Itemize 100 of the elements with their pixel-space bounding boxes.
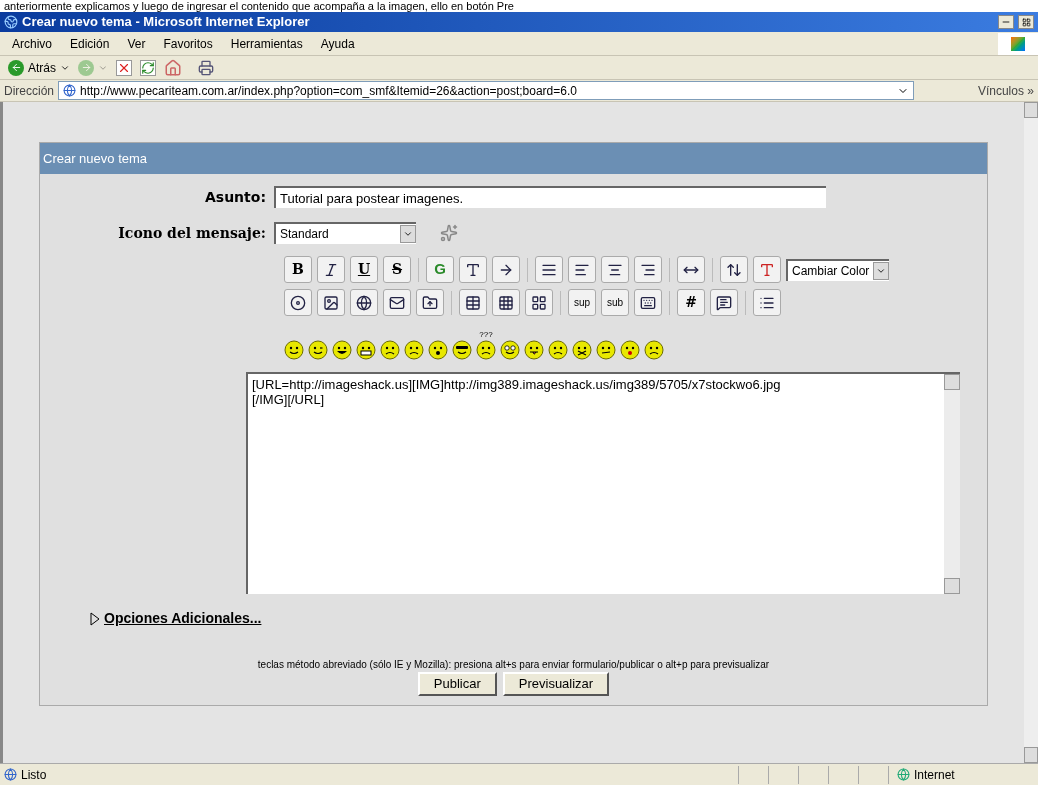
format-button[interactable]	[568, 256, 596, 283]
format-button[interactable]	[634, 289, 662, 316]
huh-smiley-icon[interactable]	[476, 340, 496, 360]
back-button[interactable]: Atrás	[8, 58, 70, 77]
format-button[interactable]	[492, 256, 520, 283]
sealed-smiley-icon[interactable]	[572, 340, 592, 360]
message-text: [URL=http://imageshack.us][IMG]http://img389.imageshack.us/img389/5705/x7stockwo6.jpg	[252, 377, 781, 392]
shocked-smiley-icon[interactable]	[428, 340, 448, 360]
angry-smiley-icon[interactable]	[380, 340, 400, 360]
dropdown-icon	[403, 229, 413, 239]
kiss-smiley-icon[interactable]	[620, 340, 640, 360]
format-button[interactable]	[350, 289, 378, 316]
shortcut-note: teclas método abreviado (sólo IE y Mozilla): presiona alt+s para enviar formulario/publicar o alt+p para previsualizar	[257, 658, 770, 672]
status-text: Listo	[21, 766, 47, 784]
menu-item[interactable]: Herramientas	[230, 34, 303, 53]
restore-icon	[1021, 17, 1031, 27]
globe-icon	[356, 294, 372, 311]
internet-zone-icon	[897, 768, 910, 781]
zone-text: Internet	[914, 766, 955, 784]
message-icon-select[interactable]: Standard	[274, 222, 416, 244]
sad-smiley-icon[interactable]	[404, 340, 424, 360]
menu-item[interactable]: Edición	[70, 34, 110, 53]
refresh-icon[interactable]	[140, 59, 156, 76]
page-scrollbar[interactable]	[1024, 102, 1038, 763]
sad-smiley-icon[interactable]	[644, 340, 664, 360]
cheesy-smiley-icon[interactable]	[332, 340, 352, 360]
format-button[interactable]: B	[284, 256, 312, 283]
message-icon-label: Icono del mensaje:	[117, 223, 266, 243]
format-button[interactable]	[317, 289, 345, 316]
format-button[interactable]	[601, 256, 629, 283]
caption-text: anteriormente explicamos y luego de ingresar el contenido que acompaña a la imagen, ello en botón Pre	[3, 0, 515, 12]
format-button[interactable]	[525, 289, 553, 316]
image-icon	[323, 294, 339, 311]
links-label[interactable]: Vínculos »	[977, 81, 1034, 100]
format-button[interactable]	[535, 256, 563, 283]
ftp-icon	[422, 294, 438, 311]
address-label: Dirección	[4, 82, 54, 100]
table-cell-icon	[531, 294, 547, 311]
format-button[interactable]: G	[426, 256, 454, 283]
format-button[interactable]	[677, 256, 705, 283]
format-button[interactable]	[492, 289, 520, 316]
format-button[interactable]	[459, 289, 487, 316]
additional-options-link[interactable]: Opciones Adicionales...	[104, 608, 262, 629]
menu-item[interactable]: Ayuda	[320, 34, 355, 53]
print-icon[interactable]	[198, 59, 214, 76]
rolleyes-smiley-icon[interactable]	[500, 340, 520, 360]
format-button[interactable]: sup	[568, 289, 596, 316]
form-button[interactable]: Publicar	[417, 672, 497, 696]
message-text: [/IMG][/URL]	[252, 392, 325, 407]
form-title: Crear nuevo tema	[43, 149, 148, 168]
address-field[interactable]: http://www.pecariteam.com.ar/index.php?option=com_smf&Itemid=26&action=post;board=6.0	[58, 81, 914, 100]
back-arrow-icon	[10, 62, 22, 73]
restore-button[interactable]	[1018, 15, 1034, 29]
format-button[interactable]	[634, 256, 662, 283]
subject-field[interactable]: Tutorial para postear imagenes.	[274, 186, 826, 208]
sad-smiley-icon[interactable]	[548, 340, 568, 360]
form-button[interactable]: Previsualizar	[502, 672, 610, 696]
stop-icon[interactable]	[116, 59, 132, 76]
forward-arrow-icon	[80, 62, 92, 73]
menu-item[interactable]: Favoritos	[163, 34, 213, 53]
format-button[interactable]	[710, 289, 738, 316]
format-button[interactable]	[284, 289, 312, 316]
wink-smiley-icon[interactable]	[308, 340, 328, 360]
home-icon[interactable]	[164, 58, 182, 77]
grin-smiley-icon[interactable]	[356, 340, 376, 360]
cool-smiley-icon[interactable]	[452, 340, 472, 360]
font-color-icon	[759, 261, 775, 278]
undecided-smiley-icon[interactable]	[596, 340, 616, 360]
menu-item[interactable]: Archivo	[12, 34, 52, 53]
format-button[interactable]	[383, 289, 411, 316]
format-button[interactable]	[416, 289, 444, 316]
minimize-button[interactable]	[998, 15, 1014, 29]
subject-label: Asunto:	[204, 187, 266, 207]
email-icon	[389, 294, 405, 311]
windows-logo-icon	[998, 32, 1038, 55]
smile-smiley-icon[interactable]	[284, 340, 304, 360]
message-textarea[interactable]: [URL=http://imageshack.us][IMG]http://img389.imageshack.us/img389/5705/x7stockwo6.jpg [/IMG][/URL]	[246, 372, 960, 594]
format-button[interactable]: sub	[601, 289, 629, 316]
flash-icon	[290, 294, 306, 311]
window-title: Crear nuevo tema - Microsoft Internet Explorer	[22, 13, 311, 32]
page-icon	[63, 84, 76, 97]
browser-icon	[4, 15, 18, 29]
typewriter-icon	[640, 294, 656, 311]
format-button[interactable]	[317, 256, 345, 283]
url-text: http://www.pecariteam.com.ar/index.php?option=com_smf&Itemid=26&action=post;board=6.0	[80, 82, 578, 100]
format-button[interactable]: #	[677, 289, 705, 316]
tongue-smiley-icon[interactable]	[524, 340, 544, 360]
scrollbar[interactable]	[944, 374, 960, 594]
format-button[interactable]: S	[383, 256, 411, 283]
format-button[interactable]	[720, 256, 748, 283]
format-button[interactable]: U	[350, 256, 378, 283]
message-icon-preview	[440, 224, 458, 242]
quote-icon	[716, 294, 732, 311]
format-button[interactable]	[753, 289, 781, 316]
color-select[interactable]: Cambiar Color	[786, 258, 890, 281]
menu-item[interactable]: Ver	[127, 34, 146, 53]
format-button[interactable]	[459, 256, 487, 283]
expand-triangle-icon[interactable]	[90, 611, 100, 626]
shadow-icon	[465, 261, 481, 278]
page-icon	[4, 768, 17, 781]
